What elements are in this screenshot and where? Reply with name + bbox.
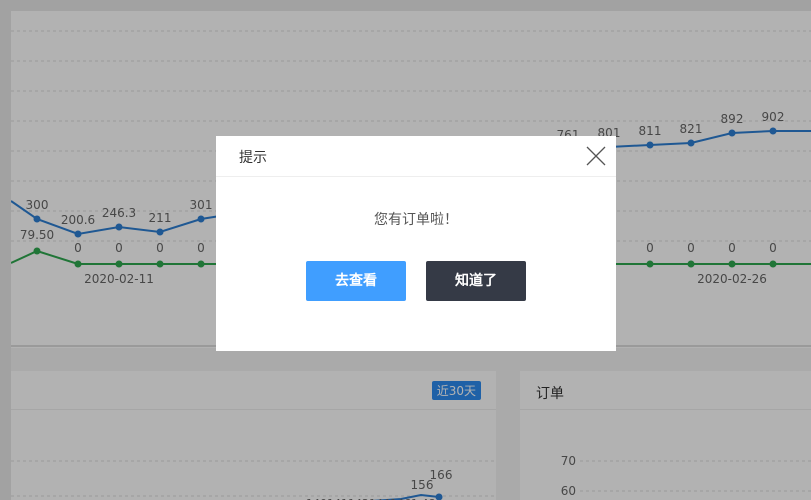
alert-dialog: 提示 您有订单啦！ 去查看 知道了 bbox=[216, 136, 616, 351]
close-icon[interactable] bbox=[586, 146, 606, 166]
acknowledge-button[interactable]: 知道了 bbox=[426, 261, 526, 301]
view-button[interactable]: 去查看 bbox=[306, 261, 406, 301]
dialog-header: 提示 bbox=[216, 136, 616, 177]
dialog-title: 提示 bbox=[239, 150, 267, 166]
dialog-message: 您有订单啦！ bbox=[374, 212, 458, 228]
